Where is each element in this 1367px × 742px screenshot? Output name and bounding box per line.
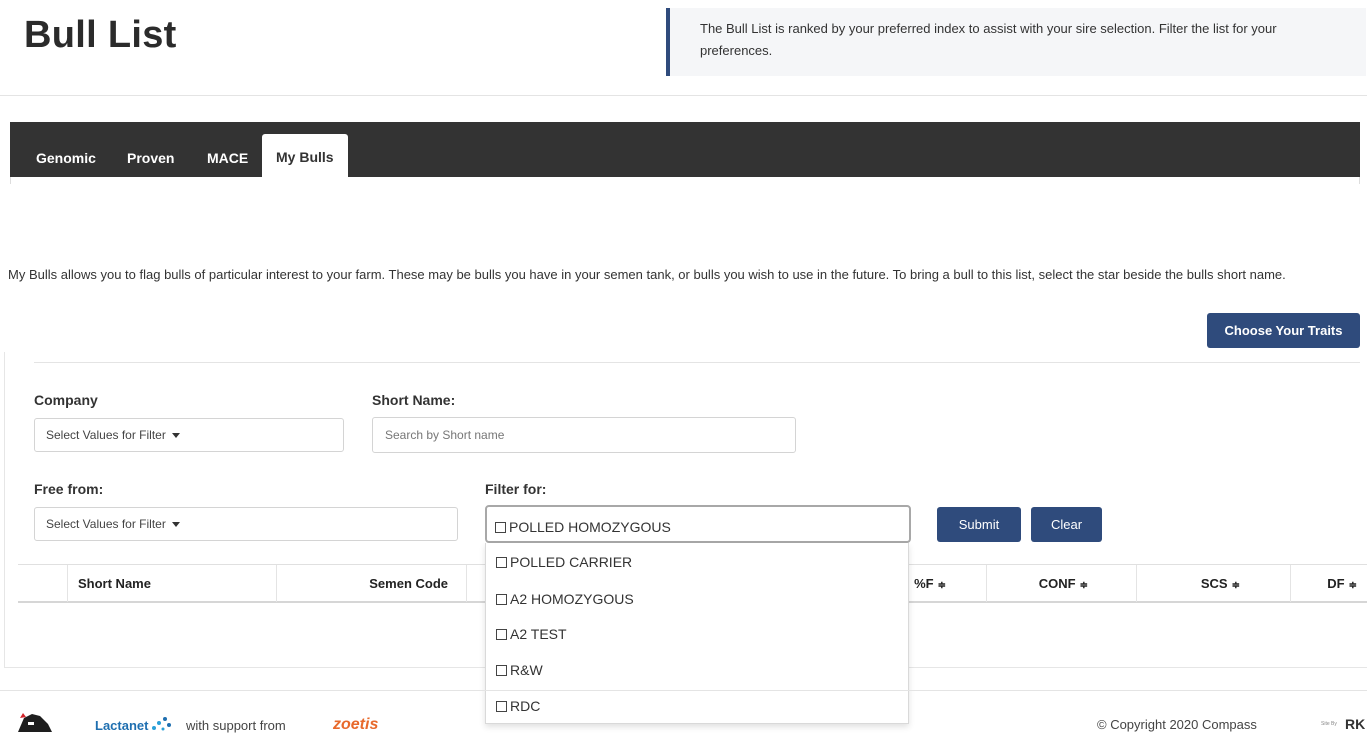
header-divider [0,95,1367,96]
checkbox-icon[interactable] [496,594,507,605]
short-name-search-input[interactable] [372,417,796,453]
column-header-scs-label: SCS [1200,576,1228,591]
column-header-conf-label: CONF [1038,576,1076,591]
lactanet-dots-icon [152,717,171,731]
my-bulls-description: My Bulls allows you to flag bulls of par… [8,267,1286,282]
copyright-text: © Copyright 2020 Compass [1097,717,1257,732]
cow-logo-icon [18,713,52,732]
rk-logo[interactable]: RK [1345,716,1365,732]
page-title: Bull List [24,14,177,56]
filter-option-rdc[interactable]: RDC [496,695,540,717]
column-header-df-label: DF [1327,576,1345,591]
submit-button[interactable]: Submit [937,507,1021,542]
lactanet-logo: Lactanet [95,718,149,733]
filter-option-label: R&W [510,662,543,678]
zoetis-logo: zoetis [333,716,379,733]
column-header-short-name[interactable]: Short Name [68,565,277,602]
filter-option-label: A2 TEST [510,626,567,642]
sort-icon: ≑ [1348,580,1357,591]
site-by-text: Site By [1321,721,1337,727]
column-header-df[interactable]: DF ≑ [1291,565,1367,602]
checkbox-icon[interactable] [496,665,507,676]
filter-for-label: Filter for: [485,481,547,497]
sort-icon: ≑ [937,580,946,591]
tab-genomic[interactable]: Genomic [22,139,110,177]
column-header-scs[interactable]: SCS ≑ [1137,565,1291,602]
support-text: with support from [186,718,286,733]
company-label: Company [34,392,98,408]
caret-down-icon [171,522,180,528]
intro-callout: The Bull List is ranked by your preferre… [666,8,1366,76]
column-header-percent-f-label: %F [914,576,934,591]
short-name-label: Short Name: [372,392,456,408]
sort-icon: ≑ [1079,580,1088,591]
free-from-select-value: Select Values for Filter [46,517,166,531]
filter-divider [34,362,1360,363]
filter-option-label: RDC [510,698,541,714]
tab-mace[interactable]: MACE [193,139,262,177]
checkbox-icon[interactable] [496,701,507,712]
column-header-star [18,565,68,602]
checkbox-icon[interactable] [495,522,506,533]
clear-button[interactable]: Clear [1031,507,1102,542]
tab-my-bulls[interactable]: My Bulls [262,134,348,177]
tab-bar: Genomic Proven MACE My Bulls [10,122,1360,177]
checkbox-icon[interactable] [496,557,507,568]
column-header-conf[interactable]: CONF ≑ [987,565,1137,602]
filter-option-polled-carrier[interactable]: POLLED CARRIER [496,551,632,573]
column-header-semen-code[interactable]: Semen Code [277,565,467,602]
free-from-select[interactable]: Select Values for Filter [34,507,458,541]
intro-text: The Bull List is ranked by your preferre… [700,21,1277,58]
filter-option-a2-homozygous[interactable]: A2 HOMOZYGOUS [496,588,634,610]
tab-content-border [10,177,1360,184]
filter-option-r-and-w[interactable]: R&W [496,659,543,681]
choose-traits-button[interactable]: Choose Your Traits [1207,313,1360,348]
sort-icon: ≑ [1231,580,1240,591]
tab-proven[interactable]: Proven [113,139,188,177]
filter-option-polled-homozygous[interactable]: POLLED HOMOZYGOUS [495,516,671,538]
caret-down-icon [171,433,180,439]
company-select-value: Select Values for Filter [46,428,166,442]
free-from-label: Free from: [34,481,104,497]
filter-option-label: A2 HOMOZYGOUS [510,591,634,607]
filter-option-a2-test[interactable]: A2 TEST [496,623,567,645]
company-select[interactable]: Select Values for Filter [34,418,344,452]
filter-for-dropdown: POLLED CARRIER A2 HOMOZYGOUS A2 TEST R&W… [485,543,909,724]
footer-divider [0,690,1367,691]
filter-option-label: POLLED CARRIER [510,554,633,570]
filter-option-label: POLLED HOMOZYGOUS [509,519,671,535]
checkbox-icon[interactable] [496,629,507,640]
